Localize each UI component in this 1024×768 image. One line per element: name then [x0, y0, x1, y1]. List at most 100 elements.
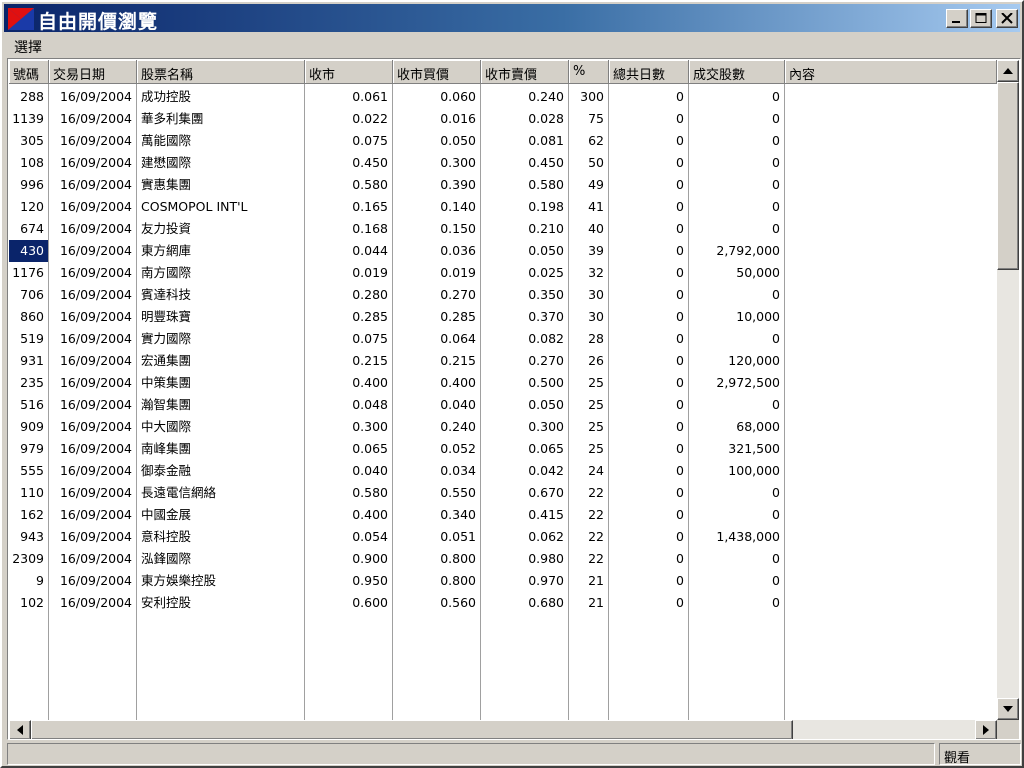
cell-close[interactable]: 0.168	[305, 218, 392, 240]
cell-date[interactable]: 16/09/2004	[49, 526, 136, 548]
cell-name[interactable]: 意科控股	[137, 526, 304, 548]
cell-volume[interactable]: 50,000	[689, 262, 784, 284]
cell-name[interactable]: 友力投資	[137, 218, 304, 240]
data-grid[interactable]: 號碼 交易日期 股票名稱 收市 收市買價 收市賣價% 總共日數 成交股數 內容 288 16/09…	[9, 60, 997, 720]
cell-date[interactable]: 16/09/2004	[49, 350, 136, 372]
cell-name[interactable]: 成功控股	[137, 86, 304, 108]
cell-total-days[interactable]: 0	[609, 350, 688, 372]
cell-close[interactable]: 0.165	[305, 196, 392, 218]
cell-code[interactable]: 120	[9, 196, 48, 218]
cell-close[interactable]: 0.075	[305, 130, 392, 152]
cell-close[interactable]: 0.900	[305, 548, 392, 570]
table-row[interactable]: 108 16/09/2004 建懋國際 0.450 0.300 0.450 50 0 0	[9, 152, 997, 174]
cell-ask[interactable]: 0.415	[481, 504, 568, 526]
cell-volume[interactable]: 0	[689, 130, 784, 152]
cell-volume[interactable]: 0	[689, 284, 784, 306]
cell-ask[interactable]: 0.350	[481, 284, 568, 306]
cell-volume[interactable]: 120,000	[689, 350, 784, 372]
cell-name[interactable]: 泓鋒國際	[137, 548, 304, 570]
cell-code[interactable]: 102	[9, 592, 48, 614]
cell-percent[interactable]: 30	[569, 284, 608, 306]
cell-total-days[interactable]: 0	[609, 262, 688, 284]
horizontal-scrollbar[interactable]	[9, 720, 997, 739]
cell-content[interactable]	[785, 218, 996, 240]
cell-code[interactable]: 674	[9, 218, 48, 240]
cell-bid[interactable]: 0.150	[393, 218, 480, 240]
cell-content[interactable]	[785, 394, 996, 416]
cell-name[interactable]: 宏通集團	[137, 350, 304, 372]
cell-volume[interactable]: 1,438,000	[689, 526, 784, 548]
cell-bid[interactable]: 0.140	[393, 196, 480, 218]
cell-volume[interactable]: 0	[689, 328, 784, 350]
cell-code[interactable]: 931	[9, 350, 48, 372]
cell-ask[interactable]: 0.670	[481, 482, 568, 504]
cell-ask[interactable]: 0.050	[481, 394, 568, 416]
table-row[interactable]: 516 16/09/2004 瀚智集團 0.048 0.040 0.050 25 0 0	[9, 394, 997, 416]
cell-close[interactable]: 0.040	[305, 460, 392, 482]
cell-close[interactable]: 0.580	[305, 482, 392, 504]
cell-date[interactable]: 16/09/2004	[49, 306, 136, 328]
cell-percent[interactable]: 300	[569, 86, 608, 108]
cell-date[interactable]: 16/09/2004	[49, 130, 136, 152]
cell-date[interactable]: 16/09/2004	[49, 196, 136, 218]
cell-ask[interactable]: 0.081	[481, 130, 568, 152]
cell-bid[interactable]: 0.016	[393, 108, 480, 130]
cell-content[interactable]	[785, 240, 996, 262]
cell-total-days[interactable]: 0	[609, 570, 688, 592]
cell-ask[interactable]: 0.300	[481, 416, 568, 438]
header-col-date[interactable]: 交易日期	[49, 60, 137, 84]
cell-total-days[interactable]: 0	[609, 482, 688, 504]
table-row[interactable]: 860 16/09/2004 明豐珠寶 0.285 0.285 0.370 30 0 10,00…	[9, 306, 997, 328]
cell-code[interactable]: 108	[9, 152, 48, 174]
cell-total-days[interactable]: 0	[609, 174, 688, 196]
cell-total-days[interactable]: 0	[609, 196, 688, 218]
cell-bid[interactable]: 0.040	[393, 394, 480, 416]
cell-code[interactable]: 943	[9, 526, 48, 548]
cell-ask[interactable]: 0.042	[481, 460, 568, 482]
cell-volume[interactable]: 0	[689, 218, 784, 240]
cell-percent[interactable]: 28	[569, 328, 608, 350]
cell-ask[interactable]: 0.210	[481, 218, 568, 240]
cell-volume[interactable]: 0	[689, 174, 784, 196]
cell-code[interactable]: 110	[9, 482, 48, 504]
cell-percent[interactable]: 22	[569, 548, 608, 570]
cell-close[interactable]: 0.400	[305, 372, 392, 394]
cell-close[interactable]: 0.300	[305, 416, 392, 438]
cell-date[interactable]: 16/09/2004	[49, 548, 136, 570]
cell-ask[interactable]: 0.082	[481, 328, 568, 350]
header-col-total-days[interactable]: 總共日數	[609, 60, 689, 84]
cell-content[interactable]	[785, 526, 996, 548]
cell-ask[interactable]: 0.050	[481, 240, 568, 262]
cell-total-days[interactable]: 0	[609, 328, 688, 350]
table-row[interactable]: 430 16/09/2004 東方網庫 0.044 0.036 0.050 39 0 2,792…	[9, 240, 997, 262]
cell-bid[interactable]: 0.800	[393, 570, 480, 592]
cell-total-days[interactable]: 0	[609, 438, 688, 460]
table-row[interactable]: 305 16/09/2004 萬能國際 0.075 0.050 0.081 62 0 0	[9, 130, 997, 152]
cell-bid[interactable]: 0.051	[393, 526, 480, 548]
header-col-name[interactable]: 股票名稱	[137, 60, 305, 84]
table-row[interactable]: 102 16/09/2004 安利控股 0.600 0.560 0.680 21 0 0	[9, 592, 997, 614]
maximize-button[interactable]	[970, 9, 992, 28]
cell-volume[interactable]: 321,500	[689, 438, 784, 460]
cell-content[interactable]	[785, 372, 996, 394]
header-col-code[interactable]: 號碼	[9, 60, 49, 84]
cell-bid[interactable]: 0.240	[393, 416, 480, 438]
cell-ask[interactable]: 0.240	[481, 86, 568, 108]
title-bar[interactable]: 自由開價瀏覽	[4, 4, 1020, 33]
cell-code[interactable]: 706	[9, 284, 48, 306]
table-row[interactable]: 706 16/09/2004 賓達科技 0.280 0.270 0.350 30 0 0	[9, 284, 997, 306]
cell-name[interactable]: 安利控股	[137, 592, 304, 614]
cell-bid[interactable]: 0.400	[393, 372, 480, 394]
cell-date[interactable]: 16/09/2004	[49, 240, 136, 262]
table-row[interactable]: 931 16/09/2004 宏通集團 0.215 0.215 0.270 26 0 120,0…	[9, 350, 997, 372]
cell-close[interactable]: 0.065	[305, 438, 392, 460]
cell-percent[interactable]: 22	[569, 482, 608, 504]
cell-date[interactable]: 16/09/2004	[49, 372, 136, 394]
cell-ask[interactable]: 0.450	[481, 152, 568, 174]
cell-close[interactable]: 0.061	[305, 86, 392, 108]
table-row[interactable]: 162 16/09/2004 中國金展 0.400 0.340 0.415 22 0 0	[9, 504, 997, 526]
cell-percent[interactable]: 22	[569, 526, 608, 548]
cell-ask[interactable]: 0.025	[481, 262, 568, 284]
cell-content[interactable]	[785, 328, 996, 350]
cell-total-days[interactable]: 0	[609, 416, 688, 438]
